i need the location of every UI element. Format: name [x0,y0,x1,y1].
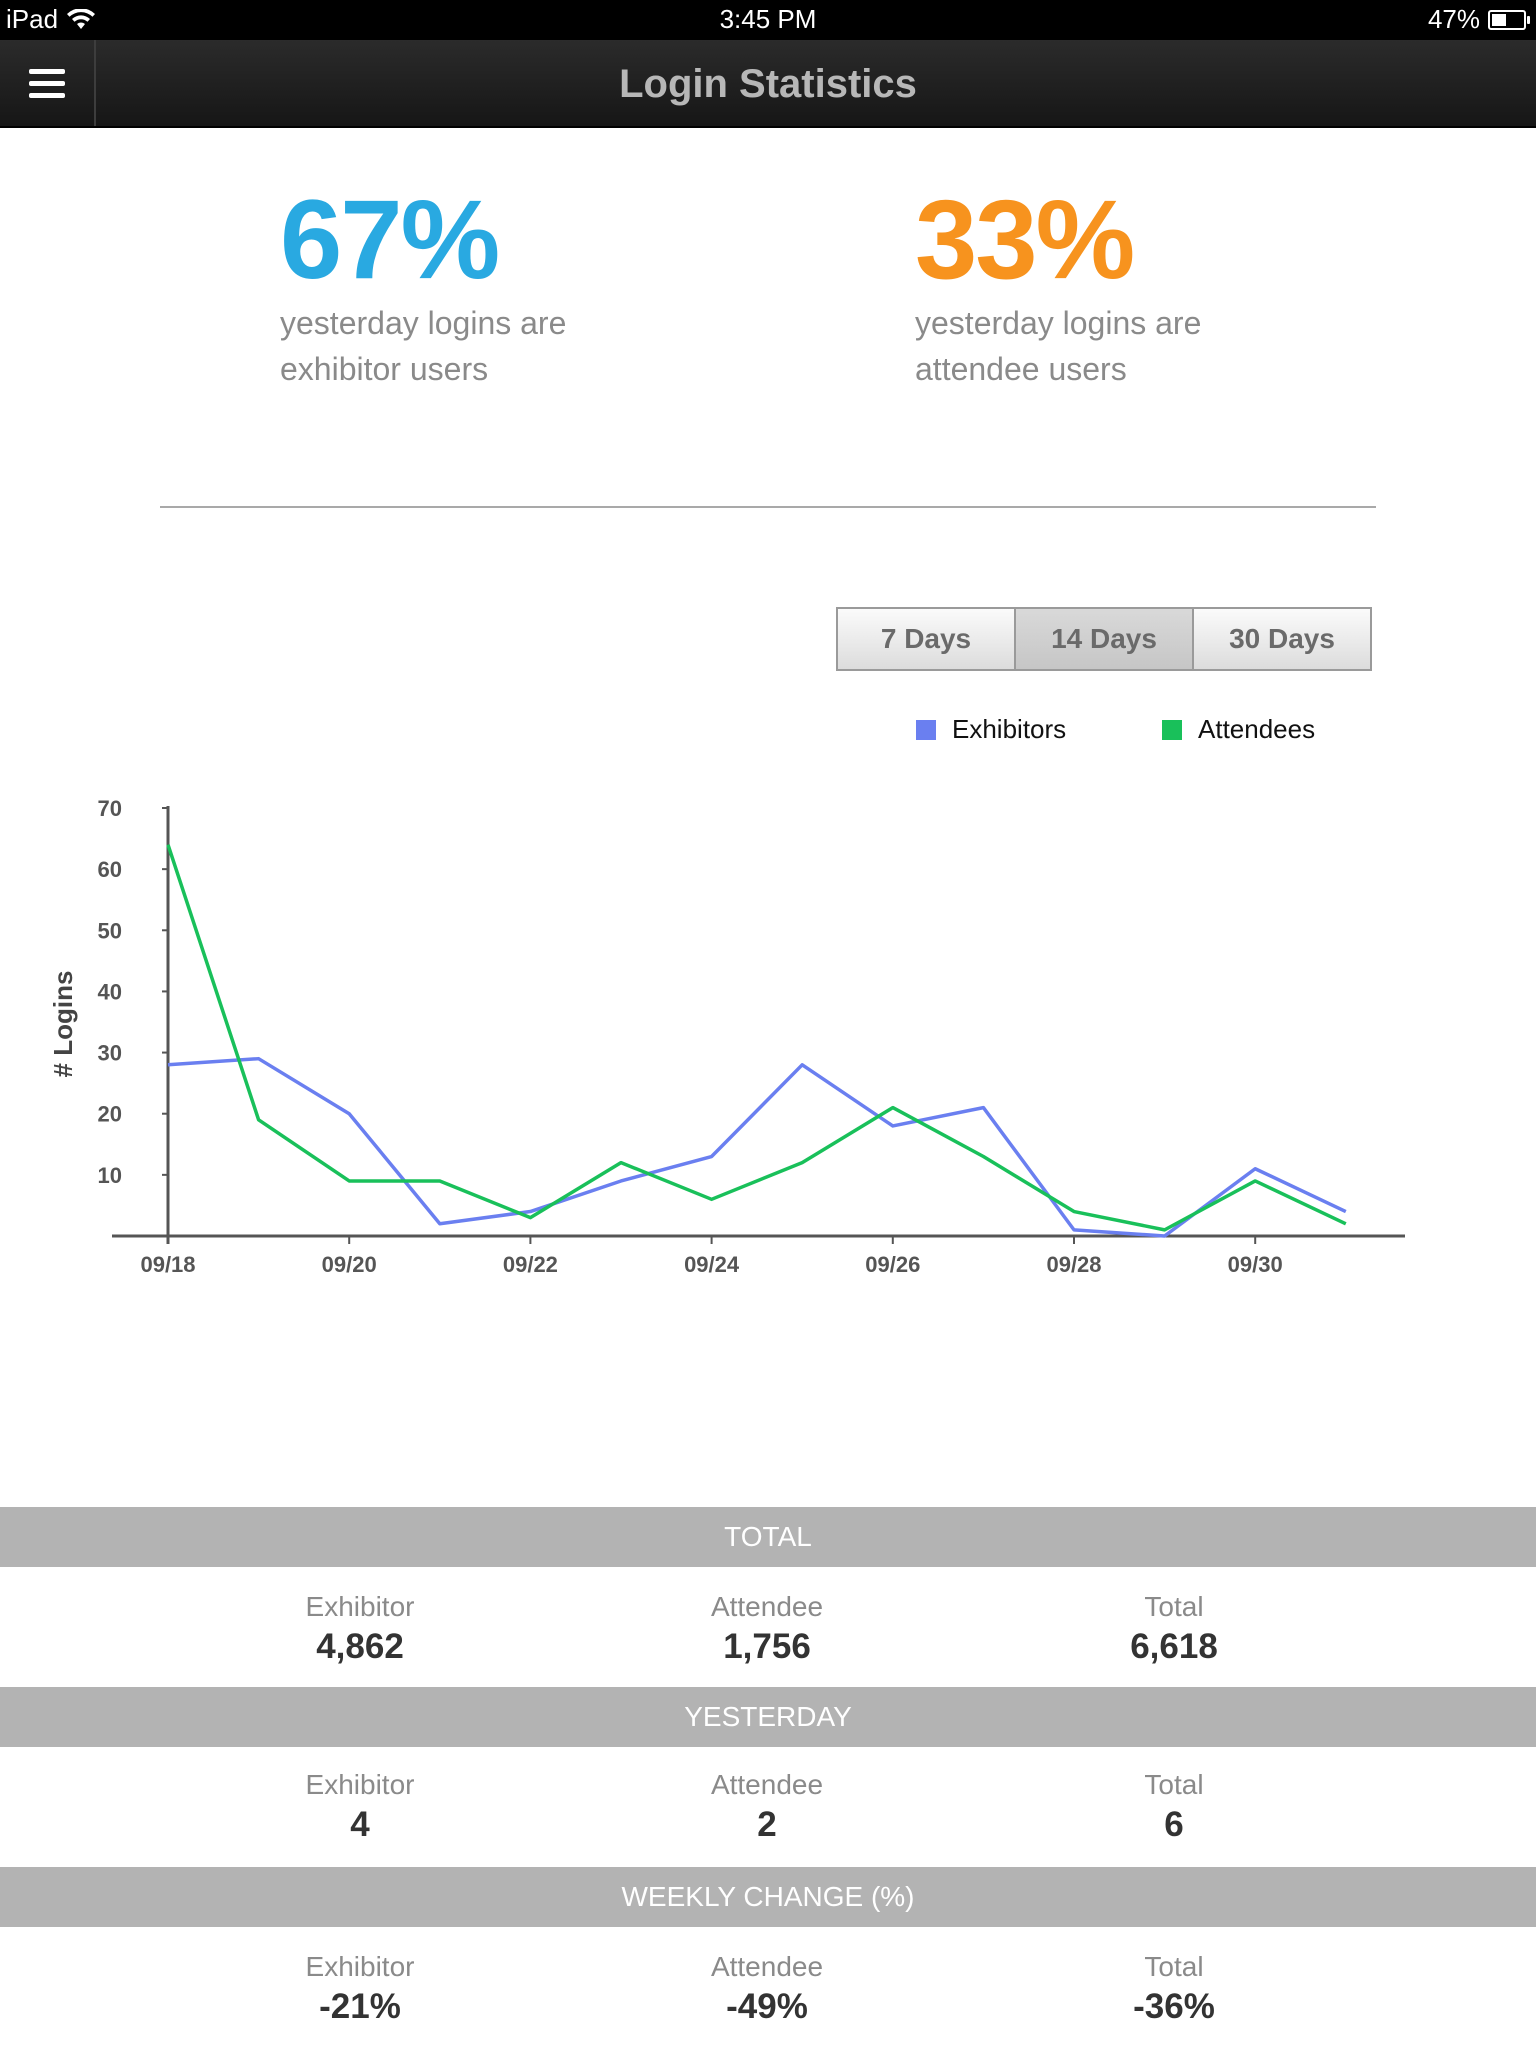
status-bar: iPad 3:45 PM 47% [0,0,1536,40]
total-exhibitor: Exhibitor 4,862 [210,1590,510,1668]
cell-label: Exhibitor [305,1591,415,1622]
attendee-desc-line2: attendee users [915,351,1127,387]
yesterday-total: Total 6 [1024,1768,1324,1846]
section-header-weekly-change: WEEKLY CHANGE (%) [0,1867,1536,1927]
total-attendee: Attendee 1,756 [617,1590,917,1668]
y-axis-label: # Logins [48,971,78,1078]
cell-value: 6,618 [1130,1627,1218,1666]
exhibitors-swatch [916,719,936,740]
series-line-attendees [166,844,1347,1232]
attendee-desc-line1: yesterday logins are [915,305,1202,341]
page-title: Login Statistics [619,62,917,106]
battery-percent: 47% [1427,4,1480,34]
cell-value: -36% [1133,1987,1215,2026]
attendee-description: yesterday logins are attendee users [915,300,1255,392]
login-line-chart: 10 20 30 40 50 60 70 09/18 09/20 09/22 09/24 09/26 0… [48,796,1405,1277]
status-right: 47% [1427,4,1530,35]
x-tick-label: 09/22 [503,1252,558,1277]
cell-label: Total [1144,1591,1204,1622]
x-tick-label: 09/18 [140,1252,195,1277]
x-tick-label: 09/24 [684,1252,740,1277]
range-selector: 7 Days 14 Days 30 Days [836,607,1372,671]
y-tick-label: 10 [98,1163,122,1188]
exhibitor-desc-line2: exhibitor users [280,351,489,387]
exhibitor-description: yesterday logins are exhibitor users [280,300,620,392]
series-line-exhibitors [167,1056,1347,1238]
total-total: Total 6,618 [1024,1590,1324,1668]
exhibitor-stat: 67% yesterday logins are exhibitor users [280,180,620,392]
cell-label: Attendee [710,1591,824,1622]
nav-bar: Login Statistics [0,40,1536,128]
attendee-percent: 33% [915,177,1135,302]
yesterday-exhibitor: Exhibitor 4 [210,1768,510,1846]
legend-attendees: Attendees [1162,714,1315,745]
x-tick-label: 09/28 [1046,1252,1101,1277]
cell-label: Attendee [710,1951,824,1982]
y-tick-label: 70 [98,796,122,821]
y-tick-label: 20 [98,1102,122,1127]
y-tick-label: 30 [98,1041,122,1066]
attendee-stat: 33% yesterday logins are attendee users [915,180,1255,392]
x-tick-label: 09/26 [865,1252,920,1277]
weekly-total: Total -36% [1024,1950,1324,2028]
tab-30-days[interactable]: 30 Days [1194,609,1370,669]
y-tick-label: 40 [98,979,122,1004]
tab-14-days[interactable]: 14 Days [1016,609,1194,669]
battery-icon [1488,9,1530,30]
cell-value: 2 [757,1805,777,1844]
weekly-exhibitor: Exhibitor -21% [210,1950,510,2028]
y-tick-label: 60 [98,857,122,882]
legend-exhibitors: Exhibitors [916,714,1066,745]
cell-label: Total [1144,1769,1204,1800]
x-tick-label: 09/20 [322,1252,377,1277]
exhibitor-desc-line1: yesterday logins are [280,305,567,341]
exhibitor-percent: 67% [280,177,500,302]
section-header-total: TOTAL [0,1507,1536,1567]
yesterday-attendee: Attendee 2 [617,1768,917,1846]
legend-attendees-label: Attendees [1198,714,1316,744]
x-tick-label: 09/30 [1228,1252,1283,1277]
attendees-swatch [1162,719,1182,740]
cell-label: Total [1144,1951,1204,1982]
cell-label: Attendee [710,1769,824,1800]
legend-exhibitors-label: Exhibitors [952,714,1067,744]
cell-value: 1,756 [723,1627,811,1666]
weekly-attendee: Attendee -49% [617,1950,917,2028]
cell-value: 4 [350,1805,370,1844]
divider [160,506,1376,508]
section-header-yesterday: YESTERDAY [0,1687,1536,1747]
cell-label: Exhibitor [305,1769,415,1800]
tab-7-days[interactable]: 7 Days [838,609,1016,669]
cell-value: -21% [319,1987,401,2026]
y-tick-label: 50 [98,918,122,943]
cell-value: 6 [1164,1805,1184,1844]
cell-label: Exhibitor [305,1951,415,1982]
cell-value: -49% [726,1987,808,2026]
status-time: 3:45 PM [719,4,817,34]
cell-value: 4,862 [316,1627,404,1666]
